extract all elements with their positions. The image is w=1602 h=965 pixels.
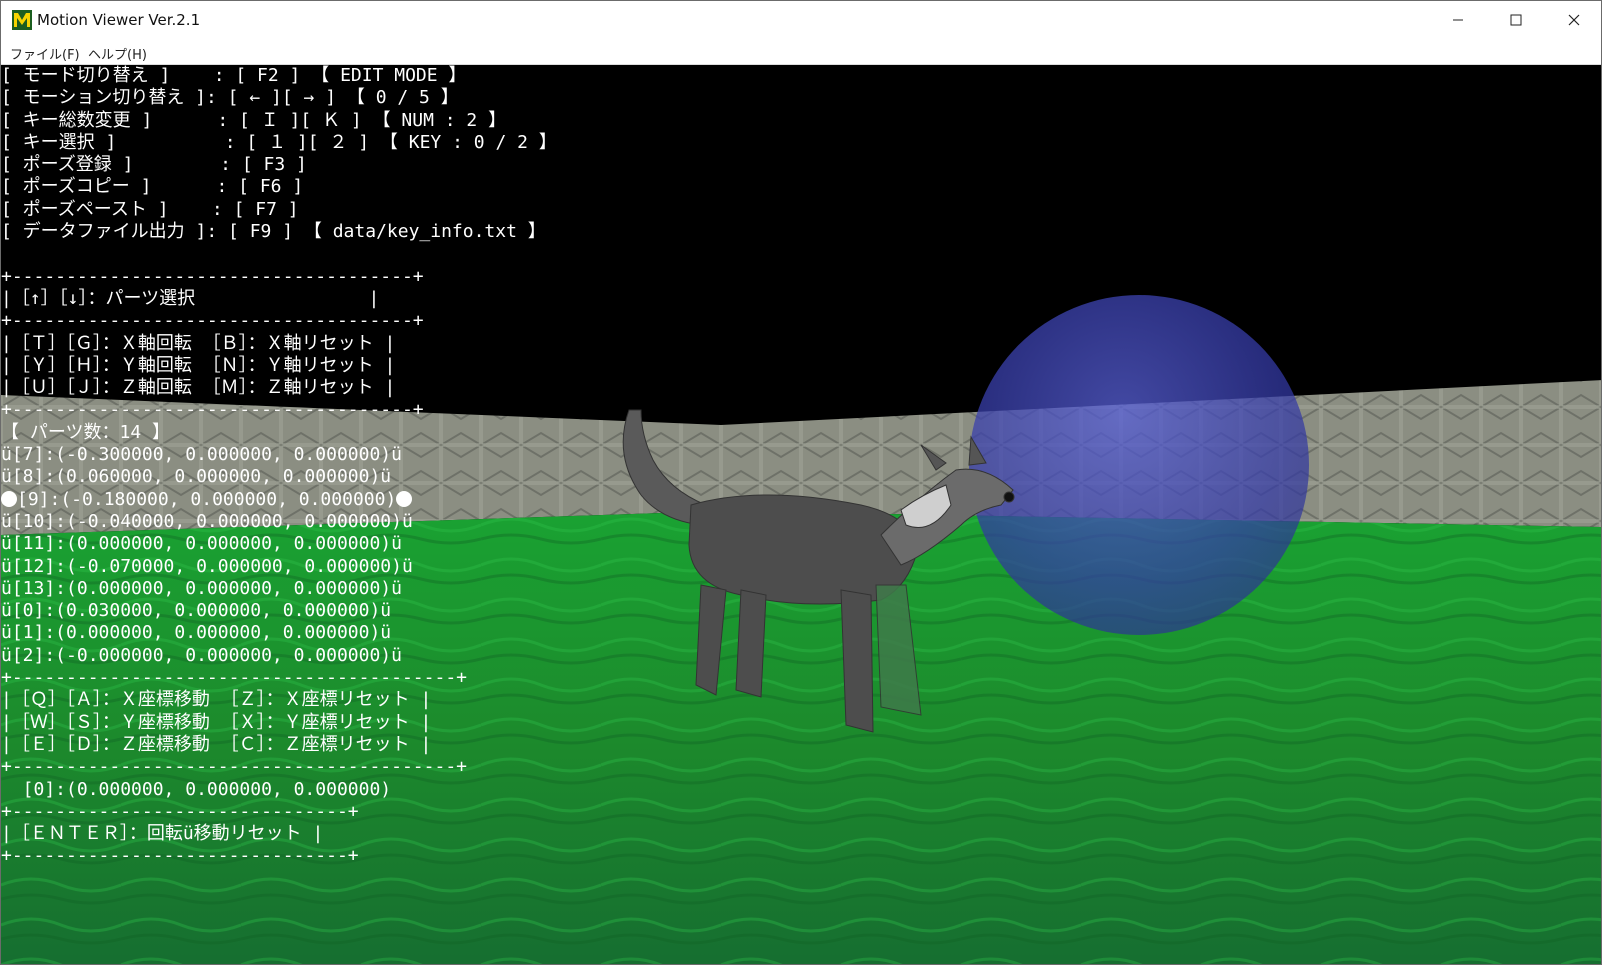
hud-line: |［Ｕ］［Ｊ］：Ｚ軸回転 ［Ｍ］：Ｚ軸リセット | [1,377,396,399]
hud-line: |［Ｔ］［Ｇ］：Ｘ軸回転 ［Ｂ］：Ｘ軸リセット | [1,332,396,354]
app-window: Motion Viewer Ver.2.1 ファイル(F) ヘルプ(H) [モ… [0,0,1602,965]
position-help-box: +---------------------------------------… [1,667,557,778]
hud-line: +---------------------------------------… [1,667,467,689]
hud-line: +-------------------------------------+ [1,399,424,421]
hud-line: [ ポーズペースト ] : [ F7 ] [1,198,299,220]
reset-help-box: +-------------------------------+ |［ＥＮＴＥＲ… [1,801,557,868]
hud-line: [ キー選択 ] : [ １ ][ ２ ] 【 KEY : 0 / 2 】 [1,131,557,153]
minimize-icon [1453,19,1463,21]
hud-line: |［↑］［↓］：パーツ選択 | [1,287,380,309]
part-row: ü[13]:(0.000000, 0.000000, 0.000000)ü [1,577,402,599]
rotation-help-box: +-------------------------------------+ |… [1,266,557,422]
part-row: ü[0]:(0.030000, 0.000000, 0.000000)ü [1,600,392,622]
position-value: [0]:(0.000000, 0.000000, 0.000000) [1,778,392,800]
parts-count: 【 パーツ数：14 】 [1,421,170,443]
blue-sphere [969,295,1309,635]
hud-line: [ モーション切り替え ]: [ ← ][ → ] 【 0 / 5 】 [1,87,459,109]
hud-line: +-------------------------------+ [1,800,359,822]
minimize-button[interactable] [1429,1,1487,39]
part-row: ü[10]:(-0.040000, 0.000000, 0.000000)ü [1,510,413,532]
hud-line: |［ＥＮＴＥＲ］：回転ü移動リセット | [1,823,324,845]
hud-line: |［Ｗ］［Ｓ］：Ｙ座標移動 ［Ｘ］：Ｙ座標リセット | [1,711,432,733]
selected-part-text: [9]:(-0.180000, 0.000000, 0.000000) [17,488,397,510]
hud-line: +---------------------------------------… [1,756,467,778]
part-row: ü[8]:(0.060000, 0.000000, 0.000000)ü [1,466,392,488]
hud-line: +-------------------------------+ [1,845,359,867]
maximize-icon [1510,14,1522,26]
hud-line: [ モード切り替え ] : [ F2 ] 【 EDIT MODE 】 [1,65,467,86]
hud-line: [ キー総数変更 ] : [ Ｉ ][ Ｋ ] 【 NUM : 2 】 [1,109,507,131]
part-row: ü[7]:(-0.300000, 0.000000, 0.000000)ü [1,444,402,466]
part-row: ü[11]:(0.000000, 0.000000, 0.000000)ü [1,533,402,555]
hud-controls: [ モード切り替え ] : [ F2 ] 【 EDIT MODE 】[ モーショ… [1,65,557,243]
hud-line: |［Ｅ］［Ｄ］：Ｚ座標移動 ［Ｃ］：Ｚ座標リセット | [1,733,432,755]
part-row: ü[2]:(-0.000000, 0.000000, 0.000000)ü [1,644,402,666]
hud-line: +-------------------------------------+ [1,265,424,287]
hud-line: |［Ｑ］［Ａ］：Ｘ座標移動 ［Ｚ］：Ｘ座標リセット | [1,689,432,711]
hud-line: [ ポーズコピー ] : [ F6 ] [1,176,304,198]
close-icon [1568,14,1580,26]
m-logo-icon [12,10,32,30]
part-row: ü[1]:(0.000000, 0.000000, 0.000000)ü [1,622,392,644]
close-button[interactable] [1545,1,1601,39]
hud-line: +-------------------------------------+ [1,310,424,332]
menu-help[interactable]: ヘルプ(H) [88,44,147,63]
hud-line: |［Ｙ］［Ｈ］：Ｙ軸回転 ［Ｎ］：Ｙ軸リセット | [1,354,396,376]
menu-file[interactable]: ファイル(F) [10,44,80,63]
title-bar[interactable]: Motion Viewer Ver.2.1 [1,1,1601,39]
maximize-button[interactable] [1487,1,1545,39]
selected-dot-icon [396,490,413,507]
parts-list: ü[7]:(-0.300000, 0.000000, 0.000000)ü ü[8… [1,444,557,667]
hud-line: [ データファイル出力 ]: [ F9 ] 【 data/key_info.tx… [1,221,546,243]
menu-bar: ファイル(F) ヘルプ(H) [1,39,1601,65]
3d-viewport[interactable]: [ モード切り替え ] : [ F2 ] 【 EDIT MODE 】[ モーショ… [1,65,1601,964]
hud-overlay: [ モード切り替え ] : [ F2 ] 【 EDIT MODE 】[ モーショ… [1,65,557,868]
selected-dot-icon [1,490,17,507]
part-row: ü[12]:(-0.070000, 0.000000, 0.000000)ü [1,555,413,577]
part-row-selected: [9]:(-0.180000, 0.000000, 0.000000) [1,489,557,511]
hud-line: [ ポーズ登録 ] : [ F3 ] [1,154,307,176]
window-title: Motion Viewer Ver.2.1 [37,11,201,29]
